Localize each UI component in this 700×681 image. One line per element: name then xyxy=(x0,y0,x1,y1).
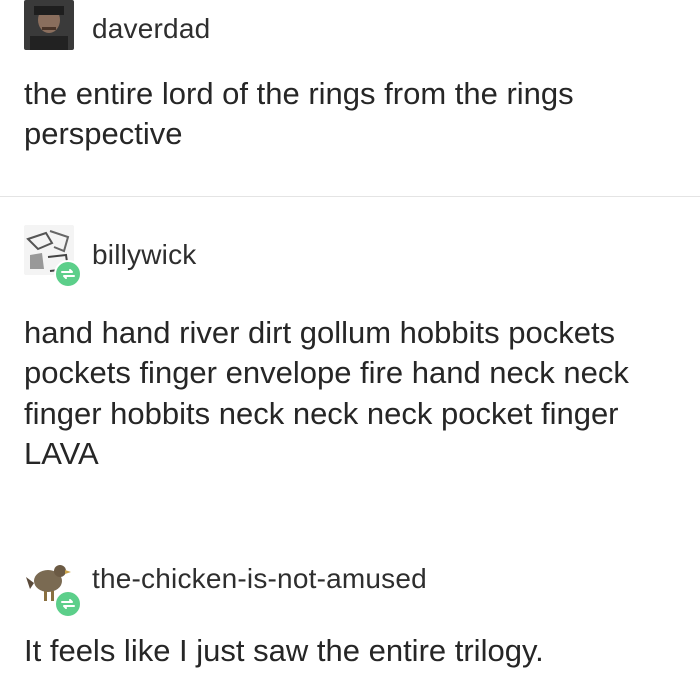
post-text: It feels like I just saw the entire tril… xyxy=(24,633,544,668)
post-text: hand hand river dirt gollum hobbits pock… xyxy=(24,315,629,471)
username-link[interactable]: billywick xyxy=(92,239,196,271)
reblog-badge xyxy=(54,590,82,618)
post-daverdad: daverdad the entire lord of the rings fr… xyxy=(0,0,700,151)
username-link[interactable]: daverdad xyxy=(92,13,210,45)
portrait-avatar-icon xyxy=(24,0,74,50)
reblog-badge xyxy=(54,260,82,288)
post-header: billywick xyxy=(0,205,700,288)
divider xyxy=(0,196,700,197)
username-link[interactable]: the-chicken-is-not-amused xyxy=(92,563,427,595)
post-text: the entire lord of the rings from the ri… xyxy=(24,76,574,152)
post-header: the-chicken-is-not-amused xyxy=(0,545,700,618)
reblog-icon xyxy=(61,269,75,279)
avatar[interactable] xyxy=(24,0,74,50)
post-header: daverdad xyxy=(0,0,700,60)
reblog-icon xyxy=(61,599,75,609)
post-billywick: billywick hand hand river dirt gollum ho… xyxy=(0,205,700,471)
post-the-chicken-is-not-amused: the-chicken-is-not-amused It feels like … xyxy=(0,545,700,668)
